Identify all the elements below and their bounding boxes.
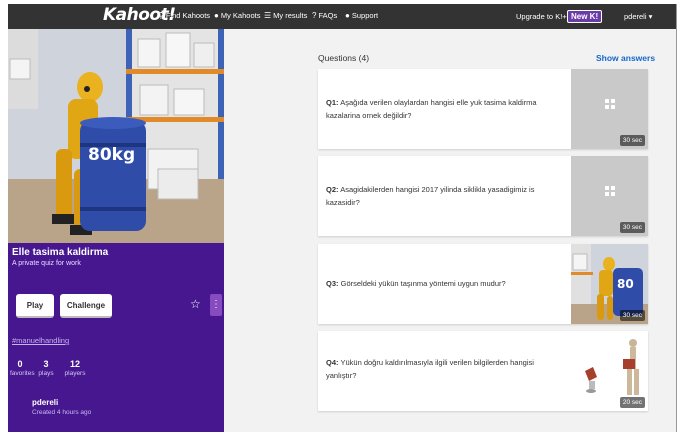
stat-favorites: 0 favorites: [10, 359, 35, 377]
nav-faqs[interactable]: ? FAQs: [312, 11, 337, 20]
question-thumbnail: 30 sec: [571, 156, 648, 236]
image-placeholder-icon: [605, 186, 615, 196]
nav-support[interactable]: ● Support: [345, 11, 378, 20]
question-text: Q1: Aşağıda verilen olaylardan hangisi e…: [326, 96, 558, 122]
question-thumbnail: 30 sec: [571, 69, 648, 149]
kahoot-subtitle: A private quiz for work: [12, 260, 81, 267]
question-body: Aşağıda verilen olaylardan hangisi elle …: [326, 98, 537, 120]
question-number: Q4:: [326, 358, 339, 367]
page: Kahoot! ⚲ Find Kahoots ● My Kahoots ☰ My…: [0, 0, 686, 437]
question-thumbnail: 80 30 sec: [571, 244, 648, 324]
stat-label: favorites: [10, 370, 35, 377]
nav-label: My Kahoots: [220, 11, 261, 20]
stat-plays: 3 plays: [36, 359, 56, 377]
help-icon: ?: [312, 11, 317, 20]
question-number: Q2:: [326, 185, 339, 194]
kahoot-info-panel: 80kg Elle tasima kaldirma A private quiz…: [8, 29, 224, 432]
question-text: Q2: Asagidakilerden hangisi 2017 yilinda…: [326, 183, 558, 209]
new-kahoot-button[interactable]: New K!: [567, 10, 603, 23]
question-card[interactable]: Q3: Görseldeki yükün taşınma yöntemi uyg…: [318, 244, 648, 324]
user-icon: ●: [214, 11, 219, 20]
stat-label: plays: [38, 370, 54, 377]
question-card[interactable]: Q1: Aşağıda verilen olaylardan hangisi e…: [318, 69, 648, 149]
search-icon: ⚲: [158, 11, 164, 20]
stat-value: 12: [69, 359, 80, 369]
creator-name[interactable]: pdereli: [32, 398, 58, 407]
question-body: Asagidakilerden hangisi 2017 yilinda sik…: [326, 185, 535, 207]
barrel-weight-label: 80kg: [88, 145, 136, 165]
stat-value: 3: [43, 359, 49, 369]
top-navigation-bar: Kahoot! ⚲ Find Kahoots ● My Kahoots ☰ My…: [8, 4, 676, 29]
stat-label: players: [64, 370, 86, 377]
cover-image: 80kg: [8, 29, 224, 243]
question-text: Q3: Görseldeki yükün taşınma yöntemi uyg…: [326, 277, 558, 290]
nav-my-results[interactable]: ☰ My results: [264, 11, 307, 20]
question-card[interactable]: Q2: Asagidakilerden hangisi 2017 yilinda…: [318, 156, 648, 236]
time-limit-badge: 30 sec: [619, 135, 645, 146]
nav-label: Support: [351, 11, 379, 20]
time-limit-badge: 30 sec: [619, 222, 645, 233]
time-limit-badge: 20 sec: [619, 397, 645, 408]
warehouse-illustration: [8, 29, 224, 243]
created-time: Created 4 hours ago: [32, 409, 92, 416]
image-placeholder-icon: [605, 99, 615, 109]
question-body: Görseldeki yükün taşınma yöntemi uygun m…: [340, 279, 506, 288]
nav-find-kahoots[interactable]: ⚲ Find Kahoots: [158, 11, 210, 20]
play-button[interactable]: Play: [16, 294, 54, 318]
question-thumbnail: 20 sec: [571, 331, 648, 411]
nav-label: FAQs: [318, 11, 338, 20]
question-body: Yükün doğru kaldırılmasıyla ilgili veril…: [326, 358, 534, 380]
favorite-star-icon[interactable]: ☆: [190, 297, 201, 311]
more-options-icon[interactable]: ⋮: [210, 294, 222, 316]
time-limit-badge: 30 sec: [619, 310, 645, 321]
chat-icon: ●: [345, 11, 350, 20]
stat-players: 12 players: [62, 359, 88, 377]
stat-value: 0: [17, 359, 23, 369]
user-menu[interactable]: pdereli ▾: [624, 12, 652, 21]
challenge-button[interactable]: Challenge: [60, 294, 112, 318]
question-card[interactable]: Q4: Yükün doğru kaldırılmasıyla ilgili v…: [318, 331, 648, 411]
nav-label: Find Kahoots: [165, 11, 211, 20]
show-answers-link[interactable]: Show answers: [596, 53, 655, 63]
svg-text:80: 80: [617, 277, 634, 291]
question-text: Q4: Yükün doğru kaldırılmasıyla ilgili v…: [326, 356, 558, 382]
question-number: Q1:: [326, 98, 339, 107]
upgrade-link[interactable]: Upgrade to K!+: [516, 12, 567, 21]
kahoot-title: Elle tasima kaldirma: [12, 247, 109, 258]
questions-heading: Questions (4): [318, 53, 370, 63]
list-icon: ☰: [264, 11, 272, 20]
page-edge-divider: [676, 4, 677, 432]
nav-my-kahoots[interactable]: ● My Kahoots: [214, 11, 260, 20]
nav-label: My results: [273, 11, 308, 20]
question-number: Q3:: [326, 279, 339, 288]
hashtag-link[interactable]: #manuelhandling: [12, 336, 69, 345]
